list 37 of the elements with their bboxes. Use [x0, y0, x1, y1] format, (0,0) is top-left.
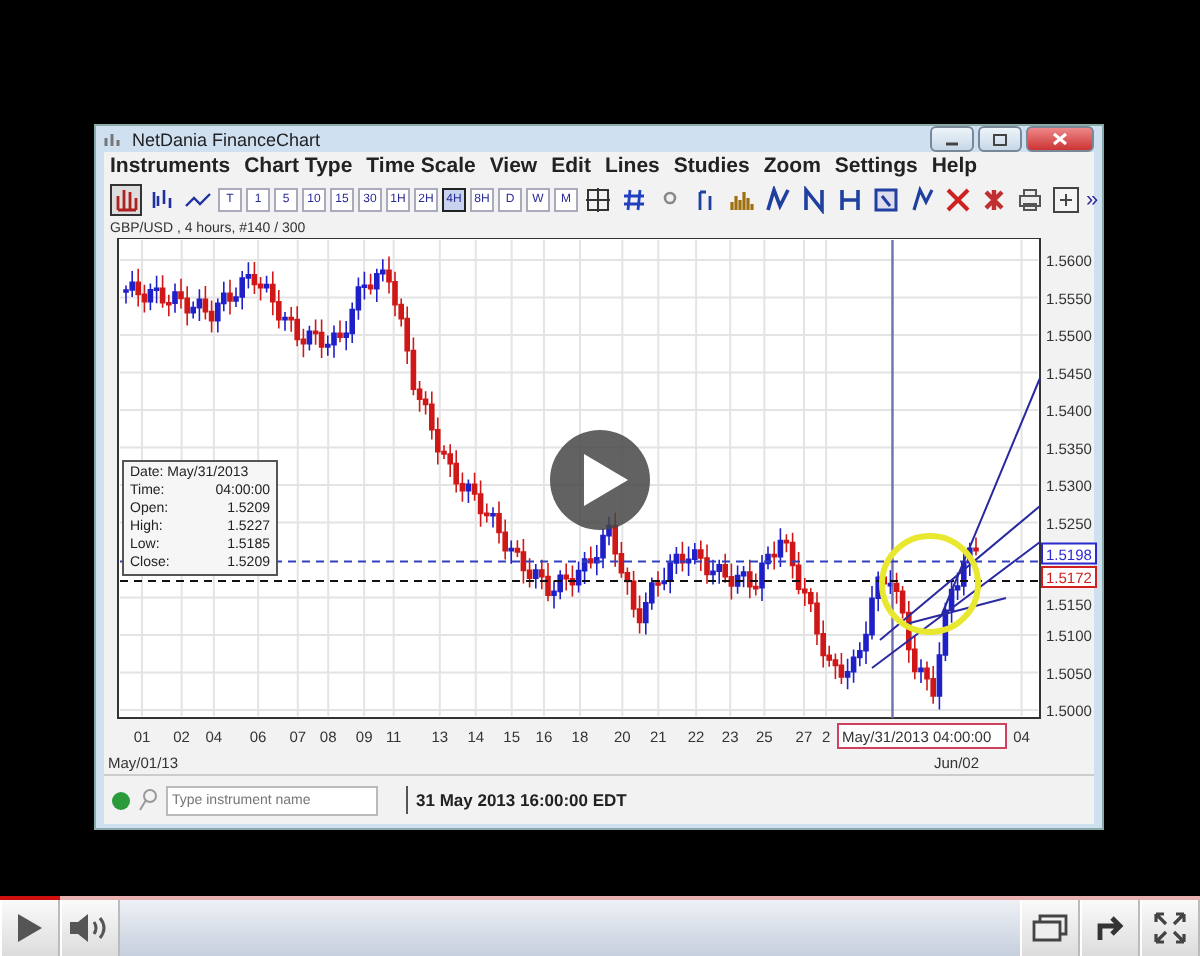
print-icon[interactable]: [1014, 184, 1046, 216]
menu-item[interactable]: View: [489, 154, 538, 178]
menu-item[interactable]: Instruments: [110, 154, 231, 178]
menu-item[interactable]: Help: [931, 154, 978, 178]
fullscreen-icon: [1154, 912, 1186, 944]
selector-icon[interactable]: [870, 184, 902, 216]
clear-icon[interactable]: [978, 184, 1010, 216]
search-icon: [138, 788, 158, 812]
menu-item[interactable]: Time Scale: [366, 154, 476, 178]
maximize-icon: [992, 133, 1008, 145]
popout-button[interactable]: [1020, 900, 1080, 956]
grid-icon[interactable]: [618, 184, 650, 216]
menu-item[interactable]: Lines: [604, 154, 660, 178]
two-windows-icon: [1032, 914, 1068, 942]
volume-button[interactable]: [60, 900, 120, 956]
menu-item[interactable]: Settings: [834, 154, 918, 178]
fullscreen-button[interactable]: [1140, 900, 1200, 956]
play-button[interactable]: [0, 900, 60, 956]
close-icon: [1052, 132, 1068, 146]
share-arrow-icon: [1094, 914, 1126, 942]
menu-item[interactable]: Zoom: [763, 154, 821, 178]
menu-item[interactable]: Edit: [551, 154, 591, 178]
menu-item[interactable]: Chart Type: [244, 154, 353, 178]
close-button[interactable]: [1026, 126, 1094, 152]
window-title: NetDania FinanceChart: [132, 129, 321, 149]
highlight-circle: [879, 533, 981, 635]
minimize-button[interactable]: [930, 126, 974, 152]
maximize-button[interactable]: [978, 126, 1022, 152]
menu-item[interactable]: Studies: [673, 154, 750, 178]
play-icon: [16, 912, 44, 944]
status-datetime: 31 May 2013 16:00:00 EDT: [416, 790, 627, 810]
play-icon: [583, 454, 627, 506]
chart-app-icon: [104, 131, 124, 147]
more-button[interactable]: »: [1086, 188, 1107, 212]
crosshair-icon[interactable]: [582, 184, 614, 216]
share-button[interactable]: [1080, 900, 1140, 956]
delete-icon[interactable]: [942, 184, 974, 216]
